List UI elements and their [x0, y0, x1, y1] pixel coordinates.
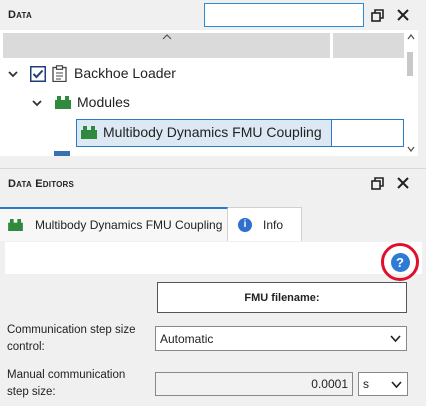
manual-step-input[interactable]: 0.0001	[155, 372, 353, 396]
tree-item-selected-cell[interactable]	[331, 119, 404, 147]
column-header[interactable]	[3, 33, 330, 58]
partial-tree-icon	[54, 151, 70, 156]
chevron-down-icon[interactable]	[7, 68, 19, 80]
comm-step-label: Communication step size control:	[7, 322, 135, 356]
chevron-down-icon[interactable]	[31, 97, 43, 109]
editors-panel-title: Data Editors	[8, 178, 75, 190]
tree-item-label: Multibody Dynamics FMU Coupling	[103, 124, 322, 140]
label-line: Communication step size	[7, 324, 136, 336]
close-icon[interactable]	[395, 7, 411, 23]
tree-item-label: Modules	[77, 94, 130, 110]
question-icon[interactable]: ?	[390, 252, 410, 272]
tab-fmu-coupling[interactable]: Multibody Dynamics FMU Coupling	[0, 207, 228, 241]
chevron-down-icon	[391, 381, 402, 389]
sort-up-icon	[162, 34, 172, 40]
label-line: Manual communication	[7, 369, 126, 381]
label-line: control:	[7, 341, 45, 353]
clipboard-icon	[52, 65, 67, 82]
scroll-thumb[interactable]	[407, 52, 413, 76]
modules-icon	[81, 126, 97, 139]
info-icon: i	[238, 217, 252, 232]
modules-icon	[55, 96, 71, 109]
data-panel-title: Data	[8, 9, 32, 21]
fmu-filename-button[interactable]: FMU filename:	[157, 282, 407, 313]
tree-item-label: Backhoe Loader	[74, 65, 176, 81]
scroll-up-icon[interactable]	[407, 34, 415, 40]
column-header-2[interactable]	[333, 33, 404, 58]
tab-label: Multibody Dynamics FMU Coupling	[35, 218, 223, 232]
restore-window-icon[interactable]	[369, 7, 385, 23]
comm-step-select[interactable]: Automatic	[155, 326, 407, 351]
scroll-down-icon[interactable]	[407, 146, 415, 152]
unit-value: s	[363, 377, 369, 391]
help-highlight: ?	[381, 243, 419, 281]
tab-label: Info	[263, 217, 284, 232]
restore-window-icon[interactable]	[369, 175, 385, 191]
checkbox-checked-icon[interactable]	[30, 66, 46, 82]
search-input[interactable]	[204, 3, 364, 27]
unit-select[interactable]: s	[358, 372, 408, 396]
select-value: Automatic	[160, 331, 214, 346]
label-line: step size:	[7, 386, 56, 398]
tab-content-strip	[5, 242, 422, 274]
close-icon[interactable]	[395, 175, 411, 191]
chevron-down-icon	[390, 335, 401, 343]
tab-info[interactable]: i Info	[228, 207, 302, 241]
modules-icon	[8, 219, 23, 231]
manual-step-label: Manual communication step size:	[7, 367, 125, 401]
tree-scrollbar[interactable]	[404, 30, 418, 156]
